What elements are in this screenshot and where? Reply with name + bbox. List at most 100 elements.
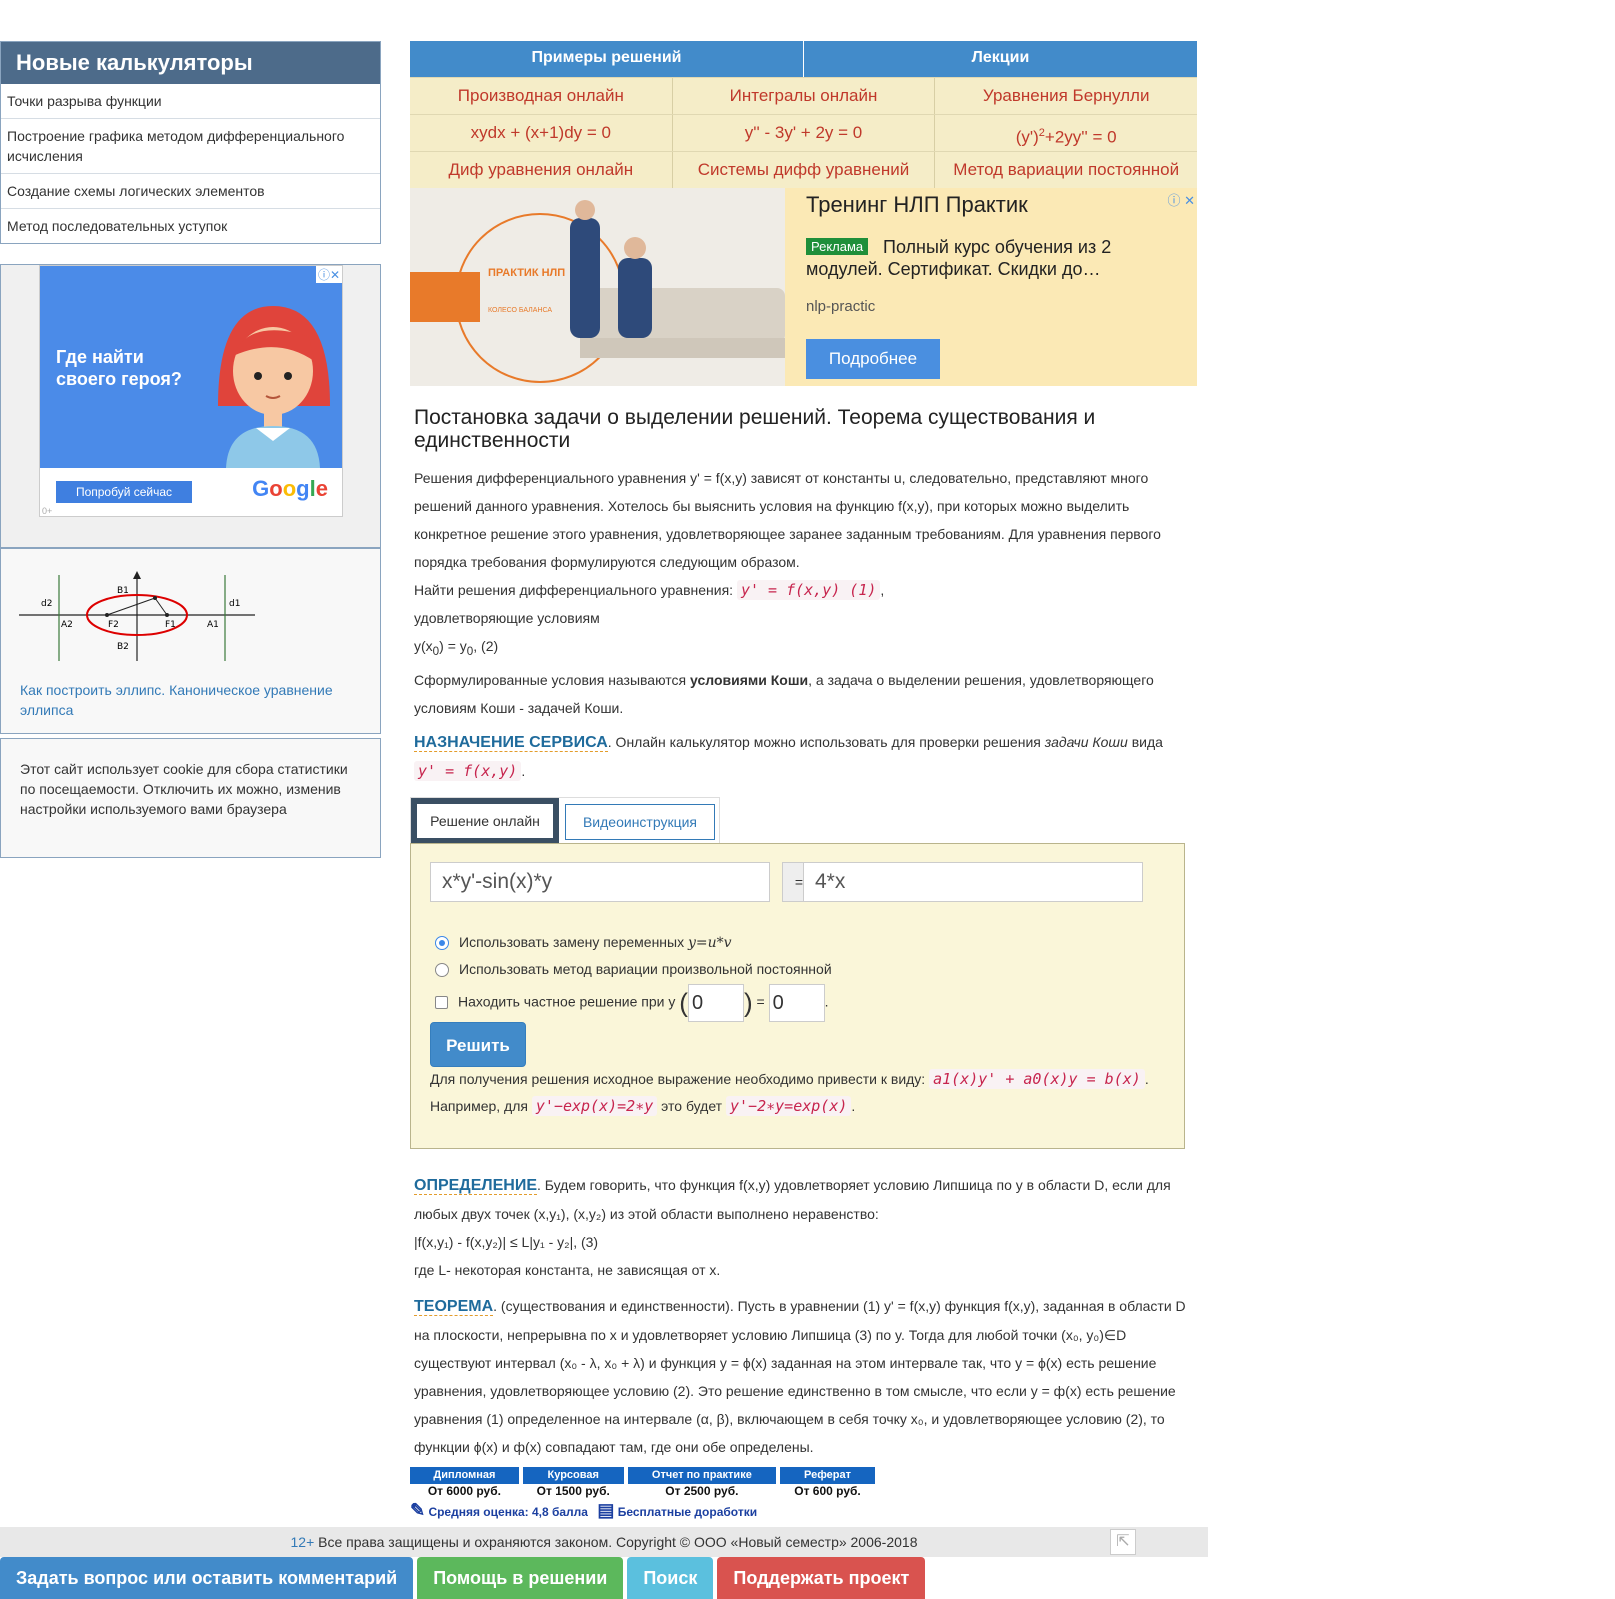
service-equation: y' = f(x,y) xyxy=(414,760,522,781)
help-button[interactable]: Помощь в решении xyxy=(417,1557,624,1599)
promo-head-diploma: Дипломная xyxy=(410,1467,519,1484)
calc-link-concessions[interactable]: Метод последовательных уступок xyxy=(1,208,380,243)
nav-example-2[interactable]: y'' - 3y' + 2y = 0 xyxy=(673,115,936,151)
promo-price-diploma: От 6000 руб. xyxy=(427,1484,501,1498)
promo-prices: От 6000 руб. От 1500 руб. От 2500 руб. О… xyxy=(410,1484,875,1498)
x0-input[interactable]: 0 xyxy=(687,983,744,1022)
nav-row-1: Производная онлайн Интегралы онлайн Урав… xyxy=(410,77,1197,114)
promo-price-report: От 2500 руб. xyxy=(665,1484,739,1498)
nlp-ad-sub: КОЛЕСО БАЛАНСА xyxy=(488,307,552,314)
calc-link-discontinuity[interactable]: Точки разрыва функции xyxy=(1,84,380,118)
calc-link-graph[interactable]: Построение графика методом дифференциаль… xyxy=(1,118,380,173)
nlp-ad-caption: ПРАКТИК НЛП xyxy=(488,267,565,279)
article-title: Постановка задачи о выделении решений. Т… xyxy=(414,406,1096,452)
solver-panel: x*y'-sin(x)*y = 4*x Использовать замену … xyxy=(410,842,1185,1149)
nlp-ad-image: ПРАКТИК НЛП КОЛЕСО БАЛАНСА xyxy=(410,188,785,386)
support-button[interactable]: Поддержать проект xyxy=(717,1557,926,1599)
option-substitution[interactable]: Использовать замену переменных y=u*v xyxy=(435,934,732,951)
cauchy-condition: y(x0) = y0, (2) xyxy=(414,638,499,658)
google-ad-headline: Где найти своего героя? xyxy=(56,347,182,389)
nlp-ad-photo: ПРАКТИК НЛП КОЛЕСО БАЛАНСА xyxy=(410,188,785,386)
service-purpose: НАЗНАЧЕНИЕ СЕРВИСА. Онлайн калькулятор м… xyxy=(414,733,1163,781)
nav-examples[interactable]: Примеры решений xyxy=(410,41,804,77)
solver-tabs: Решение онлайн Видеоинструкция xyxy=(410,796,720,844)
cauchy-text: Сформулированные условия называются усло… xyxy=(414,671,1154,716)
label-f1: F1 xyxy=(165,620,176,630)
promo-head-coursework: Курсовая xyxy=(522,1467,624,1484)
tab-video[interactable]: Видеоинструкция xyxy=(565,803,715,840)
hint-form: a1(x)y' + a0(x)y = b(x) xyxy=(929,1068,1145,1089)
y0-input[interactable]: 0 xyxy=(768,983,825,1022)
tab-online[interactable]: Решение онлайн xyxy=(411,797,559,844)
ellipse-box: d2 d1 B1 B2 A2 A1 F2 F1 Как построить эл… xyxy=(0,548,381,734)
ad-close-icon[interactable]: ⓘ✕ xyxy=(315,266,342,283)
nlp-ad-title[interactable]: Тренинг НЛП Практик xyxy=(806,192,1028,218)
radio-variation[interactable] xyxy=(435,963,449,978)
lipschitz-inequality: |f(x,y₁) - f(x,y₂)| ≤ L|y₁ - y₂|, (3) xyxy=(414,1233,599,1250)
google-ad[interactable]: Где найти своего героя? Попробуй сейчас … xyxy=(39,265,343,517)
new-calculators-box: Новые калькуляторы Точки разрыва функции… xyxy=(0,41,381,244)
calc-link-logic[interactable]: Создание схемы логических элементов xyxy=(1,173,380,208)
ad-marker-icon: 0+ xyxy=(42,506,53,516)
nav-integrals[interactable]: Интегралы онлайн xyxy=(673,78,936,114)
label-d2: d2 xyxy=(41,599,52,609)
nav-top: Примеры решений Лекции xyxy=(410,41,1197,77)
copyright-text: Все права защищены и охраняются законом.… xyxy=(318,1534,918,1550)
bottom-action-bar: Задать вопрос или оставить комментарий П… xyxy=(0,1557,926,1599)
label-a2: A2 xyxy=(61,620,73,630)
definition-where: где L- некоторая константа, не зависящая… xyxy=(414,1261,721,1278)
theorem-keyword: ТЕОРЕМА xyxy=(414,1297,494,1316)
nav-diff-eq[interactable]: Диф уравнения онлайн xyxy=(410,152,673,188)
nlp-ad-tag: Реклама xyxy=(806,238,869,255)
nlp-ad[interactable]: ПРАКТИК НЛП КОЛЕСО БАЛАНСА Тренинг НЛП П… xyxy=(410,188,1197,386)
nav-systems[interactable]: Системы дифф уравнений xyxy=(673,152,936,188)
promo-price-essay: От 600 руб. xyxy=(794,1484,861,1498)
new-calculators-title: Новые калькуляторы xyxy=(1,42,380,84)
nav-example-3[interactable]: (y')2+2yy'' = 0 xyxy=(935,115,1197,151)
article-find: Найти решения дифференциального уравнени… xyxy=(414,580,885,600)
nav-example-1[interactable]: xydx + (x+1)dy = 0 xyxy=(410,115,673,151)
checkbox-particular[interactable] xyxy=(435,996,448,1010)
google-ad-button[interactable]: Попробуй сейчас xyxy=(56,481,192,503)
nlp-ad-domain: nlp-practic xyxy=(806,298,876,315)
ask-question-button[interactable]: Задать вопрос или оставить комментарий xyxy=(0,1557,414,1599)
google-ad-banner: Где найти своего героя? xyxy=(40,266,342,468)
nav-row-3: Диф уравнения онлайн Системы дифф уравне… xyxy=(410,151,1197,188)
solver-example: Например, для y'−exp(x)=2∗y это будет y'… xyxy=(430,1095,856,1116)
promo-heads: Дипломная Курсовая Отчет по практике Реф… xyxy=(410,1467,875,1484)
option-variation[interactable]: Использовать метод вариации произвольной… xyxy=(435,961,832,978)
age-rating: 12+ xyxy=(290,1534,315,1550)
nav-variation[interactable]: Метод вариации постоянной xyxy=(935,152,1197,188)
hint-example-out: y'−2∗y=exp(x) xyxy=(725,1095,852,1116)
copyright-bar: 12+ Все права защищены и охраняются зако… xyxy=(0,1527,1208,1557)
label-d1: d1 xyxy=(229,599,240,609)
equation-left-input[interactable]: x*y'-sin(x)*y xyxy=(430,861,770,902)
theorem: ТЕОРЕМА. (существования и единственности… xyxy=(414,1297,1186,1455)
ellipse-link[interactable]: Как построить эллипс. Каноническое уравн… xyxy=(20,680,360,720)
solver-hint: Для получения решения исходное выражение… xyxy=(430,1068,1149,1089)
article-intro: Решения дифференциального уравнения y' =… xyxy=(414,470,1161,570)
search-button[interactable]: Поиск xyxy=(627,1557,714,1599)
nav-lectures[interactable]: Лекции xyxy=(804,41,1197,77)
equation-1: y' = f(x,y) (1) xyxy=(736,580,881,600)
google-ad-box: Где найти своего героя? Попробуй сейчас … xyxy=(0,264,381,548)
nav-bernoulli[interactable]: Уравнения Бернулли xyxy=(935,78,1197,114)
radio-substitution[interactable] xyxy=(435,936,449,951)
expand-icon[interactable]: ⇱ xyxy=(1110,1529,1136,1555)
ad-close-icon[interactable]: ⓘ ✕ xyxy=(1167,190,1195,209)
label-b2: B2 xyxy=(117,642,129,652)
sidebar: Новые калькуляторы Точки разрыва функции… xyxy=(0,41,381,858)
option-particular[interactable]: Находить частное решение при y (0) = 0. xyxy=(435,983,828,1022)
promo-head-essay: Реферат xyxy=(780,1467,875,1484)
promo-price-coursework: От 1500 руб. xyxy=(536,1484,610,1498)
main-content: Примеры решений Лекции Производная онлай… xyxy=(410,41,1197,1461)
solve-button[interactable]: Решить xyxy=(430,1021,526,1067)
promo-banner[interactable]: Дипломная Курсовая Отчет по практике Реф… xyxy=(410,1467,875,1527)
nlp-ad-button[interactable]: Подробнее xyxy=(806,339,940,379)
nav-derivative[interactable]: Производная онлайн xyxy=(410,78,673,114)
ellipse-diagram[interactable]: d2 d1 B1 B2 A2 A1 F2 F1 xyxy=(15,571,275,681)
document-icon: ▤ xyxy=(597,1500,615,1520)
nav-row-2: xydx + (x+1)dy = 0 y'' - 3y' + 2y = 0 (y… xyxy=(410,114,1197,151)
nlp-ad-desc-2: модулей. Сертификат. Скидки до… xyxy=(806,259,1101,279)
equation-right-input[interactable]: 4*x xyxy=(803,861,1143,902)
